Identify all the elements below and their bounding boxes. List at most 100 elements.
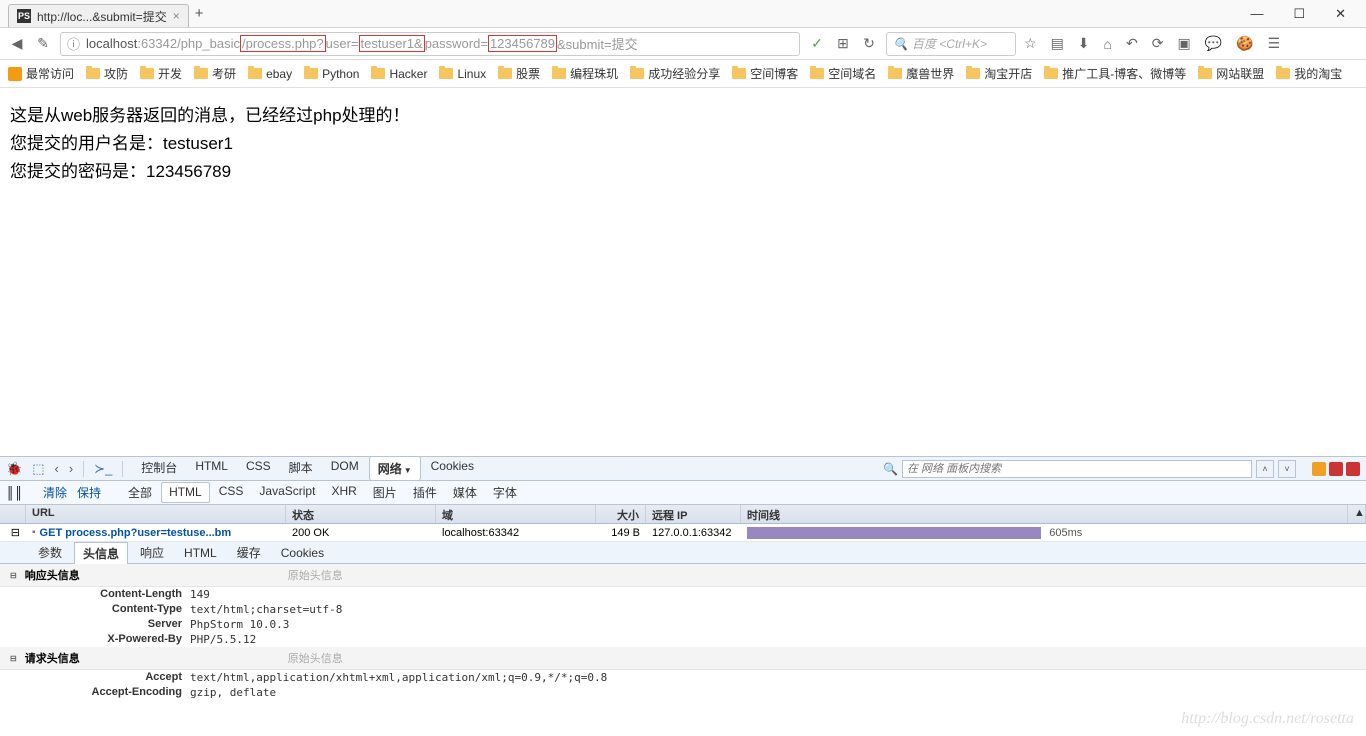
devtools-close-button[interactable]	[1346, 462, 1360, 476]
page-line-3: 您提交的密码是：123456789	[10, 158, 1356, 186]
response-headers-section[interactable]: ⊟ 响应头信息 原始头信息	[0, 564, 1366, 587]
col-ip[interactable]: 远程 IP	[646, 505, 741, 523]
bookmark-folder[interactable]: 考研	[194, 65, 236, 82]
filter-html[interactable]: HTML	[161, 482, 210, 503]
col-timeline[interactable]: 时间线	[741, 505, 1348, 523]
back-button[interactable]: ◀	[8, 35, 26, 52]
network-request-row[interactable]: ⊟ ▪GET process.php?user=testuse...bm 200…	[0, 524, 1366, 542]
bookmark-folder[interactable]: 空间域名	[810, 65, 876, 82]
bookmark-folder[interactable]: 我的淘宝	[1276, 65, 1342, 82]
home-icon[interactable]: ⌂	[1104, 36, 1112, 52]
cookie-icon[interactable]: 🍪	[1236, 35, 1253, 52]
window-maximize-button[interactable]: ☐	[1293, 6, 1305, 22]
library-icon[interactable]: ▤	[1051, 35, 1064, 52]
filter-js[interactable]: JavaScript	[252, 482, 322, 503]
tab-dom[interactable]: DOM	[323, 456, 367, 481]
search-next-button[interactable]: ˅	[1278, 460, 1296, 478]
identity-icon[interactable]: ✎	[34, 35, 52, 52]
filter-img[interactable]: 图片	[366, 482, 404, 503]
devtools-search-input[interactable]	[902, 460, 1252, 478]
tab-css[interactable]: CSS	[238, 456, 279, 481]
detail-tab-cookies[interactable]: Cookies	[273, 544, 332, 562]
bookmark-folder[interactable]: 推广工具-博客、微博等	[1044, 65, 1186, 82]
tab-html[interactable]: HTML	[187, 456, 236, 481]
bookmark-folder[interactable]: 开发	[140, 65, 182, 82]
filter-plugin[interactable]: 插件	[406, 482, 444, 503]
collapse-icon[interactable]: ⊟	[11, 527, 20, 539]
folder-icon	[194, 68, 208, 79]
bookmark-folder[interactable]: 成功经验分享	[630, 65, 720, 82]
addons-icon[interactable]: ▣	[1177, 35, 1190, 52]
reload-button[interactable]: ↻	[860, 35, 878, 52]
window-minimize-button[interactable]: —	[1250, 6, 1263, 22]
console-toggle-icon[interactable]: ≻_	[94, 461, 112, 477]
new-tab-button[interactable]: +	[195, 5, 204, 22]
bookmark-folder[interactable]: 攻防	[86, 65, 128, 82]
collapse-icon[interactable]: ⊟	[10, 654, 17, 663]
search-box[interactable]: 🔍 百度 <Ctrl+K>	[886, 32, 1016, 56]
history-icon[interactable]: ↶	[1126, 35, 1138, 52]
bookmark-folder[interactable]: 魔兽世界	[888, 65, 954, 82]
bookmark-folder[interactable]: Linux	[439, 67, 486, 81]
bookmark-folder[interactable]: 淘宝开店	[966, 65, 1032, 82]
raw-headers-link[interactable]: 原始头信息	[288, 567, 343, 583]
devtools-popout-button[interactable]	[1329, 462, 1343, 476]
col-domain[interactable]: 域	[436, 505, 596, 523]
nav-bar: ◀ ✎ ⓘ localhost :63342 /php_basic /proce…	[0, 28, 1366, 60]
page-content: 这是从web服务器返回的消息，已经经过php处理的！ 您提交的用户名是：test…	[0, 88, 1366, 200]
pause-icon[interactable]: ║║	[6, 486, 23, 500]
bookmark-folder[interactable]: 空间博客	[732, 65, 798, 82]
folder-icon	[552, 68, 566, 79]
bookmark-folder[interactable]: 网站联盟	[1198, 65, 1264, 82]
search-icon: 🔍	[893, 37, 908, 51]
browser-tab[interactable]: PS http://loc...&submit=提交 ×	[8, 4, 189, 27]
detail-tab-params[interactable]: 参数	[30, 542, 70, 563]
tab-script[interactable]: 脚本	[281, 456, 321, 481]
back-icon[interactable]: ‹	[54, 461, 58, 476]
bookmark-mostvisited[interactable]: 最常访问	[8, 65, 74, 82]
filter-all[interactable]: 全部	[121, 482, 159, 503]
detail-tab-headers[interactable]: 头信息	[74, 542, 128, 564]
inspect-icon[interactable]: ⬚	[32, 461, 44, 477]
url-bar[interactable]: ⓘ localhost :63342 /php_basic /process.p…	[60, 32, 800, 56]
detail-tab-cache[interactable]: 缓存	[229, 542, 269, 563]
detail-tab-response[interactable]: 响应	[132, 542, 172, 563]
bookmark-folder[interactable]: Hacker	[371, 67, 427, 81]
firebug-icon[interactable]: 🐞	[6, 461, 22, 477]
bookmark-folder[interactable]: ebay	[248, 67, 292, 81]
header-row: Content-Typetext/html;charset=utf-8	[0, 602, 1366, 617]
tab-console[interactable]: 控制台	[133, 456, 185, 481]
persist-button[interactable]: 保持	[77, 484, 101, 501]
window-close-button[interactable]: ✕	[1335, 6, 1346, 22]
chat-icon[interactable]: 💬	[1205, 35, 1222, 52]
download-icon[interactable]: ⬇	[1078, 35, 1090, 52]
col-size[interactable]: 大小	[596, 505, 646, 523]
bookmark-folder[interactable]: Python	[304, 67, 359, 81]
search-prev-button[interactable]: ˄	[1256, 460, 1274, 478]
sync-icon[interactable]: ⟳	[1152, 35, 1164, 52]
bookmark-folder[interactable]: 股票	[498, 65, 540, 82]
filter-font[interactable]: 字体	[486, 482, 524, 503]
devtools-minimize-button[interactable]	[1312, 462, 1326, 476]
security-icon[interactable]: ✓	[808, 35, 826, 52]
raw-headers-link[interactable]: 原始头信息	[288, 650, 343, 666]
clear-button[interactable]: 清除	[43, 484, 67, 501]
bookmark-folder[interactable]: 编程珠玑	[552, 65, 618, 82]
forward-icon[interactable]: ›	[69, 461, 73, 476]
filter-media[interactable]: 媒体	[446, 482, 484, 503]
col-url[interactable]: URL	[26, 505, 286, 523]
tab-close-icon[interactable]: ×	[173, 9, 180, 23]
menu-icon[interactable]: ☰	[1268, 35, 1281, 52]
request-headers-section[interactable]: ⊟ 请求头信息 原始头信息	[0, 647, 1366, 670]
tab-network[interactable]: 网络▼	[369, 456, 421, 481]
filter-css[interactable]: CSS	[212, 482, 251, 503]
tab-cookies[interactable]: Cookies	[423, 456, 482, 481]
detail-tab-html[interactable]: HTML	[176, 544, 225, 562]
folder-icon	[86, 68, 100, 79]
qr-icon[interactable]: ⊞	[834, 35, 852, 52]
filter-xhr[interactable]: XHR	[324, 482, 363, 503]
bookmark-star-icon[interactable]: ☆	[1024, 35, 1037, 52]
col-status[interactable]: 状态	[286, 505, 436, 523]
collapse-icon[interactable]: ⊟	[10, 571, 17, 580]
folder-icon	[140, 68, 154, 79]
